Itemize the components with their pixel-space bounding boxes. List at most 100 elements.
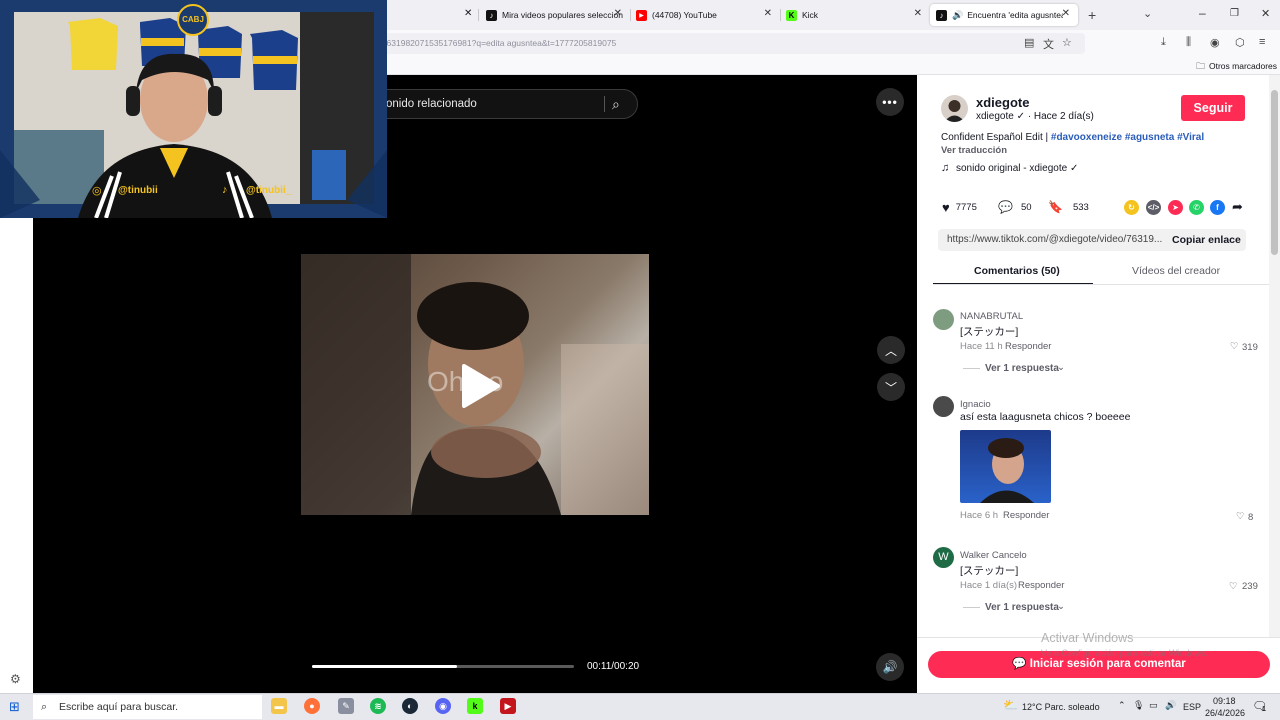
library-icon[interactable]: ⫼: [1186, 36, 1191, 49]
play-icon[interactable]: [460, 364, 500, 408]
settings-gear-icon[interactable]: ⚙: [10, 672, 21, 686]
reply-button[interactable]: Responder: [1005, 341, 1051, 352]
firefox-icon[interactable]: ●: [304, 698, 320, 714]
copy-link-button[interactable]: Copiar enlace: [1172, 229, 1241, 251]
comment-like-heart-icon[interactable]: ♡: [1229, 581, 1238, 592]
comment-stat[interactable]: 💬 50: [998, 200, 1032, 214]
taskbar-search-box[interactable]: ⌕ Escribe aquí para buscar.: [33, 695, 262, 719]
repost-icon[interactable]: ↻: [1124, 200, 1139, 215]
tab-list-chevron-icon[interactable]: ⌄: [1143, 7, 1152, 20]
tab-close-icon[interactable]: ✕: [914, 8, 922, 19]
bookmark-star-icon[interactable]: ☆: [1062, 36, 1072, 49]
clock-date[interactable]: 26/4/2026: [1205, 708, 1245, 718]
commenter-name[interactable]: Ignacio: [960, 399, 991, 410]
reply-button[interactable]: Responder: [1018, 580, 1064, 591]
webcam-handle-right: @tinubii_: [246, 185, 292, 196]
tab-close-icon[interactable]: ✕: [764, 8, 772, 19]
chevron-down-icon[interactable]: ⌄: [1057, 362, 1065, 373]
video-frame[interactable]: Oh no: [301, 254, 649, 515]
commenter-name[interactable]: Walker Cancelo: [960, 550, 1027, 561]
search-icon[interactable]: ⌕: [612, 90, 620, 118]
related-search-bar[interactable]: onido relacionado ⌕: [345, 89, 638, 119]
hashtag-link[interactable]: #davooxeneize: [1051, 132, 1122, 143]
send-icon[interactable]: ➤: [1168, 200, 1183, 215]
sound-link[interactable]: sonido original - xdiegote ✓: [956, 163, 1078, 174]
boca-badge-text: CABJ: [182, 15, 204, 24]
see-translation-link[interactable]: Ver traducción: [941, 145, 1007, 156]
app-tool-icon[interactable]: ✎: [338, 698, 354, 714]
video-progress-bar[interactable]: [312, 665, 574, 668]
speaker-icon[interactable]: 🔊: [952, 10, 963, 21]
share-arrow-icon[interactable]: ➦: [1232, 199, 1243, 215]
facebook-icon[interactable]: f: [1210, 200, 1225, 215]
spotify-icon[interactable]: ≋: [370, 698, 386, 714]
more-options-icon[interactable]: •••: [876, 88, 904, 116]
sidebar-scroll-thumb[interactable]: [1271, 90, 1278, 255]
like-stat[interactable]: ♥ 7775: [942, 200, 977, 215]
comment-like-heart-icon[interactable]: ♡: [1230, 341, 1239, 352]
video-timer: 00:11/00:20: [587, 661, 640, 672]
comment-image[interactable]: [960, 430, 1051, 503]
tab-close-icon[interactable]: ✕: [614, 8, 622, 19]
close-window-icon[interactable]: ✕: [1261, 7, 1270, 20]
creator-avatar[interactable]: [941, 95, 968, 122]
tab-close-icon[interactable]: ✕: [464, 8, 472, 19]
other-bookmarks[interactable]: Otros marcadores: [1209, 61, 1277, 71]
language-indicator[interactable]: ESP: [1183, 702, 1201, 712]
comment-bubble-icon: 💬: [1012, 658, 1027, 670]
file-explorer-icon[interactable]: ▬: [271, 698, 287, 714]
tab-youtube[interactable]: ▶ (44708) YouTube ✕: [630, 4, 780, 26]
video-progress-fill: [312, 665, 458, 668]
minimize-icon[interactable]: –: [1199, 6, 1206, 20]
clock-time[interactable]: 09:18: [1213, 696, 1236, 706]
view-replies-button[interactable]: Ver 1 respuesta: [985, 363, 1059, 374]
tab-creator-videos[interactable]: Vídeos del creador: [1132, 265, 1220, 277]
download-icon[interactable]: ⤓: [1161, 36, 1166, 49]
windows-start-icon[interactable]: ⊞: [9, 699, 20, 715]
account-icon[interactable]: ◉: [1210, 36, 1220, 49]
tab-tiktok-search[interactable]: ♪ 🔊 Encuentra 'edita agusntea' ✕: [930, 4, 1078, 26]
tab-comments[interactable]: Comentarios (50): [974, 265, 1060, 277]
tabs-divider: [933, 284, 1269, 285]
extensions-icon[interactable]: ⬡: [1235, 36, 1245, 49]
whatsapp-icon[interactable]: ✆: [1189, 200, 1204, 215]
translate-icon[interactable]: 文: [1043, 36, 1054, 52]
tab-close-icon[interactable]: ✕: [1062, 8, 1070, 19]
commenter-avatar[interactable]: [933, 396, 954, 417]
follow-button[interactable]: Seguir: [1181, 95, 1245, 121]
reply-button[interactable]: Responder: [1003, 510, 1049, 521]
streaming-app-icon[interactable]: ▶: [500, 698, 516, 714]
kick-app-icon[interactable]: k: [467, 698, 483, 714]
view-replies-button[interactable]: Ver 1 respuesta: [985, 602, 1059, 613]
hashtag-link[interactable]: #agusneta: [1125, 132, 1174, 143]
chevron-down-icon[interactable]: ⌄: [1057, 601, 1065, 612]
discord-icon[interactable]: ◉: [435, 698, 451, 714]
embed-icon[interactable]: </>: [1146, 200, 1161, 215]
network-icon[interactable]: ▭: [1149, 700, 1158, 711]
microphone-icon[interactable]: 🎙: [1133, 700, 1144, 711]
volume-icon[interactable]: 🔊: [876, 653, 904, 681]
comment-text: así esta laagusneta chicos ? boeeee: [960, 411, 1131, 423]
menu-icon[interactable]: ≡: [1259, 36, 1265, 48]
save-stat[interactable]: 🔖 533: [1048, 200, 1089, 214]
creator-username[interactable]: xdiegote: [976, 95, 1029, 110]
commenter-name[interactable]: NANABRUTAL: [960, 311, 1023, 322]
restore-icon[interactable]: ❐: [1230, 8, 1239, 19]
weather-text[interactable]: 12°C Parc. soleado: [1022, 702, 1100, 712]
previous-video-chevron-up-icon[interactable]: ︿: [877, 336, 905, 364]
comment-like-heart-icon[interactable]: ♡: [1236, 511, 1245, 522]
reader-view-icon[interactable]: ▤: [1024, 36, 1034, 49]
tab-tiktok-popular[interactable]: ♪ Mira videos populares seleccion ✕: [480, 4, 630, 26]
url-bar[interactable]: eo/7631982071535176981?q=edita agusntea&…: [360, 33, 1085, 54]
commenter-avatar[interactable]: W: [933, 547, 954, 568]
tray-chevron-icon[interactable]: ⌃: [1118, 700, 1126, 711]
commenter-avatar[interactable]: [933, 309, 954, 330]
next-video-chevron-down-icon[interactable]: ﹀: [877, 373, 905, 401]
new-tab-icon[interactable]: +: [1088, 7, 1096, 23]
volume-tray-icon[interactable]: 🔊: [1165, 700, 1176, 711]
steam-icon[interactable]: ◐: [402, 698, 418, 714]
comment-like-count: 8: [1248, 512, 1254, 523]
hashtag-link[interactable]: #Viral: [1177, 132, 1204, 143]
weather-icon[interactable]: ⛅: [1003, 698, 1018, 712]
tab-kick[interactable]: K Kick ✕: [780, 4, 930, 26]
